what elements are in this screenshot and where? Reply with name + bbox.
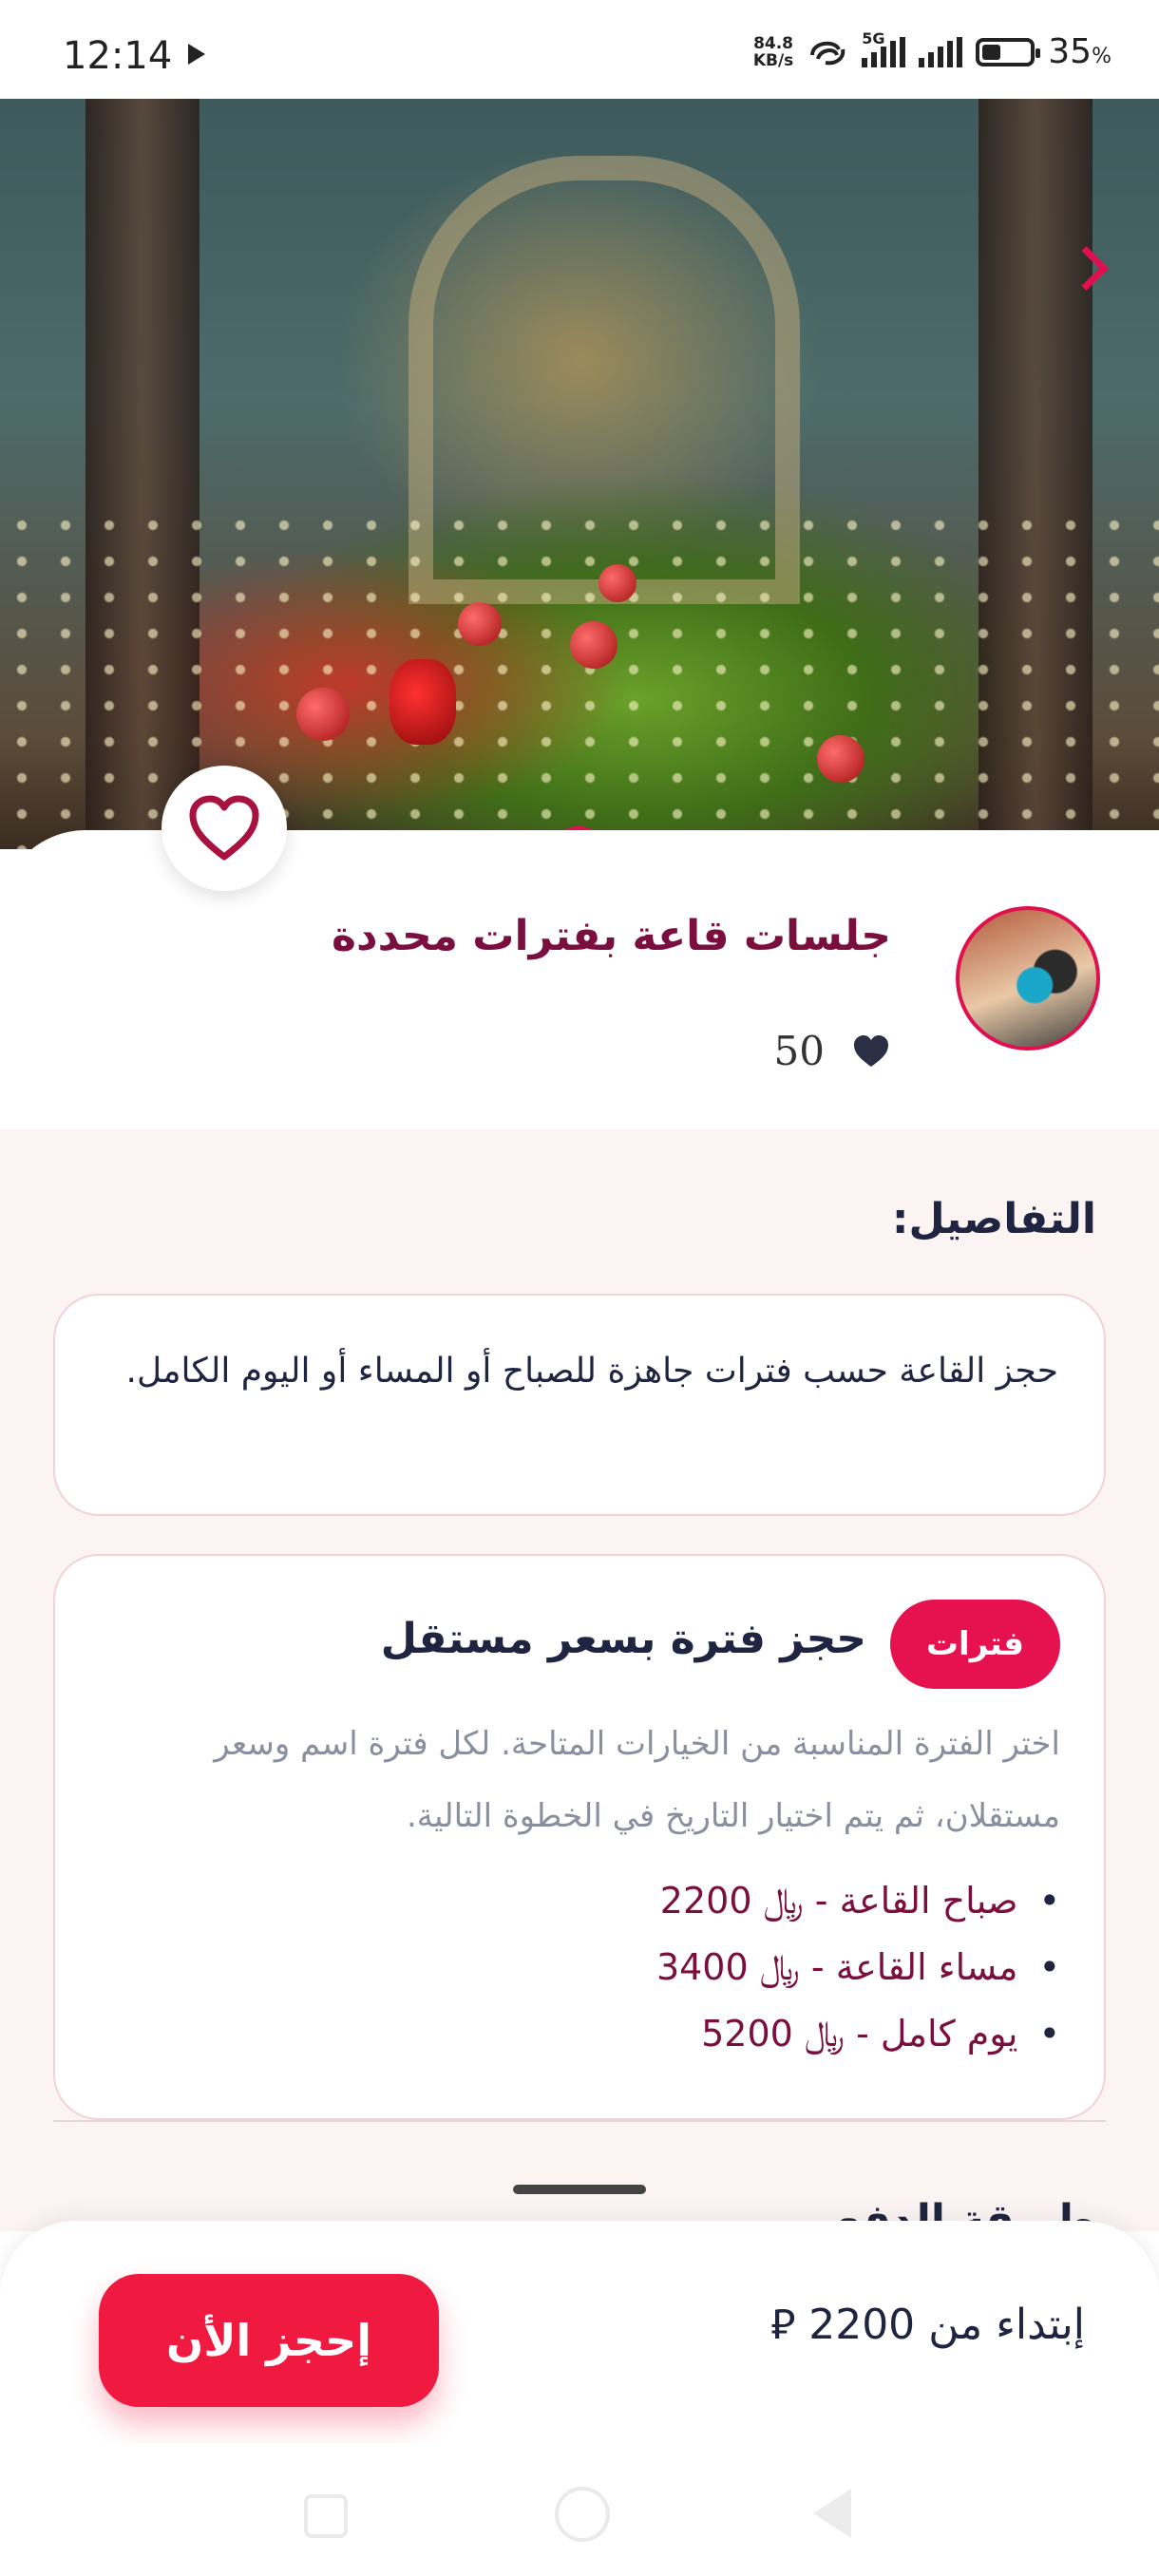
period-item: • صباح القاعة - ﷼ 2200 (659, 1880, 1060, 1922)
likes-count: 50 (773, 1028, 825, 1074)
period-price-list: • صباح القاعة - ﷼ 2200 • مساء القاعة - ﷼… (656, 1867, 1060, 2067)
ornament (598, 564, 636, 602)
ornament (458, 602, 502, 646)
provider-avatar[interactable] (956, 906, 1100, 1051)
battery-icon (976, 37, 1041, 66)
periods-card: فترات حجز فترة بسعر مستقل اختر الفترة ال… (53, 1554, 1106, 2120)
recent-apps-icon[interactable] (304, 2494, 348, 2538)
listing-title: جلسات قاعة بفترات محددة (332, 912, 891, 960)
heart-outline-icon (189, 795, 259, 861)
network-speed-unit: KB/s (752, 50, 794, 70)
heart-filled-icon (854, 1034, 888, 1067)
hero-image[interactable] (0, 99, 1159, 849)
starting-price: إبتداء من 2200 ⃁ (770, 2297, 1085, 2351)
ribbon-bow (390, 659, 456, 745)
status-time: 12:14 (63, 34, 173, 78)
period-item: • يوم كامل - ﷼ 5200 (701, 2013, 1060, 2055)
price-prefix: إبتداء من (928, 2301, 1085, 2349)
periods-badge: فترات (889, 1600, 1060, 1689)
details-heading: التفاصيل: (891, 1195, 1096, 1243)
battery-percent: 35% (1048, 32, 1112, 71)
hotspot-icon (810, 41, 846, 65)
back-icon[interactable] (813, 2489, 851, 2538)
status-bar: 12:14 84.8 KB/s 5G 35% (0, 0, 1159, 99)
network-type: 5G (862, 28, 885, 47)
home-icon[interactable] (555, 2487, 610, 2542)
network-speed: 84.8 KB/s (753, 35, 793, 69)
periods-title: حجز فترة بسعر مستقل (380, 1615, 866, 1663)
ornament (570, 621, 618, 669)
status-icons: 84.8 KB/s 5G 35% (753, 29, 1112, 72)
ornament (296, 688, 350, 741)
period-item: • مساء القاعة - ﷼ 3400 (656, 1946, 1060, 1988)
signal-5g: 5G (862, 29, 906, 67)
price-value: 2200 (808, 2301, 916, 2349)
likes-counter: 50 (774, 1028, 891, 1074)
favorite-button[interactable] (162, 766, 287, 891)
signal-bars-2-icon (919, 36, 963, 67)
periods-description: اختر الفترة المناسبة من الخيارات المتاحة… (214, 1725, 1060, 1835)
media-play-icon (188, 44, 205, 65)
network-speed-value: 84.8 (753, 33, 794, 53)
divider (53, 2120, 1106, 2122)
ornament (817, 735, 864, 783)
book-now-button[interactable]: إحجز الأن (99, 2274, 439, 2407)
sheet-drag-handle[interactable] (513, 2185, 646, 2194)
details-description: حجز القاعة حسب فترات جاهزة للصباح أو الم… (53, 1294, 1106, 1516)
currency-symbol: ⃁ (770, 2301, 796, 2349)
